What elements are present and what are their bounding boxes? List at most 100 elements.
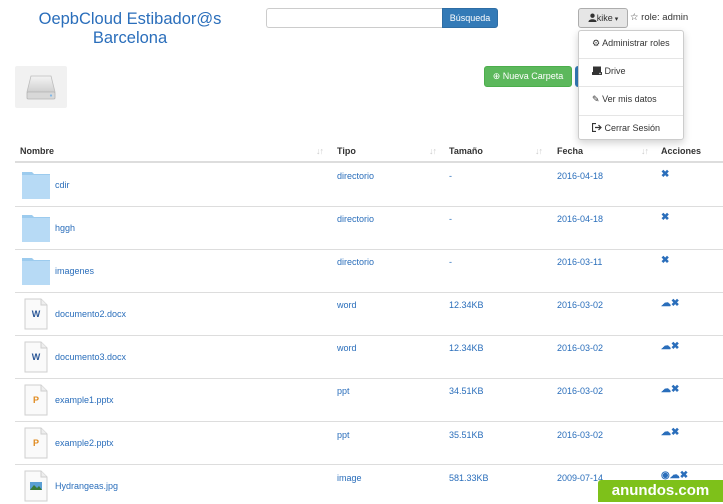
search-input[interactable]: [266, 8, 442, 28]
folder-icon: [22, 212, 50, 242]
drive-icon-box: [15, 66, 67, 108]
cloud-download-icon[interactable]: ☁: [661, 427, 671, 438]
star-icon: ☆: [630, 12, 639, 23]
file-type: word: [337, 343, 357, 353]
image-file-icon: [22, 470, 50, 502]
file-size: -: [449, 171, 452, 181]
folder-icon: [22, 169, 50, 199]
row-divider: [15, 378, 723, 379]
cloud-download-icon[interactable]: ☁: [661, 341, 671, 352]
menu-item-label: Ver mis datos: [602, 94, 657, 104]
plus-circle-icon: ⊕: [492, 71, 501, 81]
file-date: 2016-03-02: [557, 343, 604, 353]
pencil-icon: ✎: [592, 94, 600, 104]
file-date: 2009-07-14: [557, 473, 604, 483]
caret-down-icon: ▾: [612, 16, 619, 23]
file-name-link[interactable]: Hydrangeas.jpg: [55, 481, 118, 491]
file-name-link[interactable]: hggh: [55, 223, 75, 233]
file-type: ppt: [337, 430, 350, 440]
word-file-icon: W: [22, 298, 50, 330]
menu-item-cerrar-sesion[interactable]: Cerrar Sesión: [579, 116, 683, 144]
ppt-file-icon: P: [22, 384, 50, 416]
file-size: 581.33KB: [449, 473, 489, 483]
delete-icon[interactable]: ✖: [661, 169, 669, 180]
row-divider: [15, 335, 723, 336]
watermark-logo: anundos.com: [598, 480, 723, 502]
menu-item-drive[interactable]: Drive: [579, 59, 683, 87]
file-date: 2016-03-11: [557, 257, 603, 267]
delete-icon[interactable]: ✖: [671, 427, 679, 438]
user-menu-button[interactable]: kike ▾: [578, 8, 628, 28]
user-icon: [588, 10, 597, 28]
column-header-name[interactable]: Nombre: [20, 146, 54, 156]
menu-item-ver-mis-datos[interactable]: ✎ Ver mis datos: [579, 87, 683, 115]
menu-item-label: Administrar roles: [602, 38, 670, 48]
delete-icon[interactable]: ✖: [671, 341, 679, 352]
sort-icon[interactable]: ↓↑: [316, 146, 324, 156]
file-date: 2016-03-02: [557, 300, 604, 310]
row-divider: [15, 421, 723, 422]
file-size: 12.34KB: [449, 300, 484, 310]
file-name-link[interactable]: documento2.docx: [55, 309, 126, 319]
menu-item-label: Drive: [604, 66, 626, 76]
delete-icon[interactable]: ✖: [661, 212, 669, 223]
user-dropdown-menu: ⚙ Administrar roles Drive ✎ Ver mis dato…: [578, 30, 684, 140]
file-name-link[interactable]: example1.pptx: [55, 395, 114, 405]
new-folder-label: Nueva Carpeta: [502, 71, 564, 81]
file-size: 12.34KB: [449, 343, 484, 353]
svg-text:W: W: [32, 309, 41, 319]
file-type: image: [337, 473, 362, 483]
word-file-icon: W: [22, 341, 50, 373]
delete-icon[interactable]: ✖: [671, 298, 679, 309]
column-header-date[interactable]: Fecha: [557, 146, 583, 156]
delete-icon[interactable]: ✖: [661, 255, 669, 266]
file-date: 2016-04-18: [557, 171, 604, 181]
gear-icon: ⚙: [592, 38, 601, 48]
file-type: word: [337, 300, 357, 310]
file-name-link[interactable]: documento3.docx: [55, 352, 126, 362]
file-name-link[interactable]: imagenes: [55, 266, 94, 276]
table-header-divider: [15, 161, 723, 163]
row-divider: [15, 292, 723, 293]
search-button[interactable]: Búsqueda: [442, 8, 498, 28]
sort-icon[interactable]: ↓↑: [429, 146, 437, 156]
hdd-icon: [592, 60, 602, 84]
sort-icon[interactable]: ↓↑: [641, 146, 649, 156]
role-text: role: admin: [641, 12, 689, 23]
file-name-link[interactable]: example2.pptx: [55, 438, 114, 448]
file-name-link[interactable]: cdir: [55, 180, 70, 190]
file-date: 2016-03-02: [557, 430, 604, 440]
file-type: directorio: [337, 257, 375, 267]
new-folder-button[interactable]: ⊕ Nueva Carpeta: [484, 66, 572, 87]
column-header-actions: Acciones: [661, 146, 702, 156]
svg-text:P: P: [33, 438, 39, 448]
hard-drive-icon: [26, 75, 56, 100]
file-size: -: [449, 214, 452, 224]
column-header-size[interactable]: Tamaño: [449, 146, 483, 156]
menu-item-administrar-roles[interactable]: ⚙ Administrar roles: [579, 31, 683, 59]
file-size: -: [449, 257, 452, 267]
delete-icon[interactable]: ✖: [671, 384, 679, 395]
role-indicator: ☆ role: admin: [630, 12, 688, 23]
sort-icon[interactable]: ↓↑: [535, 146, 543, 156]
file-date: 2016-03-02: [557, 386, 604, 396]
cloud-download-icon[interactable]: ☁: [661, 384, 671, 395]
svg-text:P: P: [33, 395, 39, 405]
file-date: 2016-04-18: [557, 214, 604, 224]
svg-text:W: W: [32, 352, 41, 362]
row-divider: [15, 464, 723, 465]
menu-item-label: Cerrar Sesión: [604, 123, 661, 133]
file-type: ppt: [337, 386, 350, 396]
file-size: 34.51KB: [449, 386, 484, 396]
folder-icon: [22, 255, 50, 285]
column-header-type[interactable]: Tipo: [337, 146, 356, 156]
ppt-file-icon: P: [22, 427, 50, 459]
file-type: directorio: [337, 171, 375, 181]
cloud-download-icon[interactable]: ☁: [661, 298, 671, 309]
row-divider: [15, 206, 723, 207]
user-name: kike: [596, 13, 613, 23]
row-divider: [15, 249, 723, 250]
logout-icon: [591, 117, 602, 141]
app-title: OepbCloud Estibador@s Barcelona: [38, 10, 222, 47]
file-size: 35.51KB: [449, 430, 484, 440]
